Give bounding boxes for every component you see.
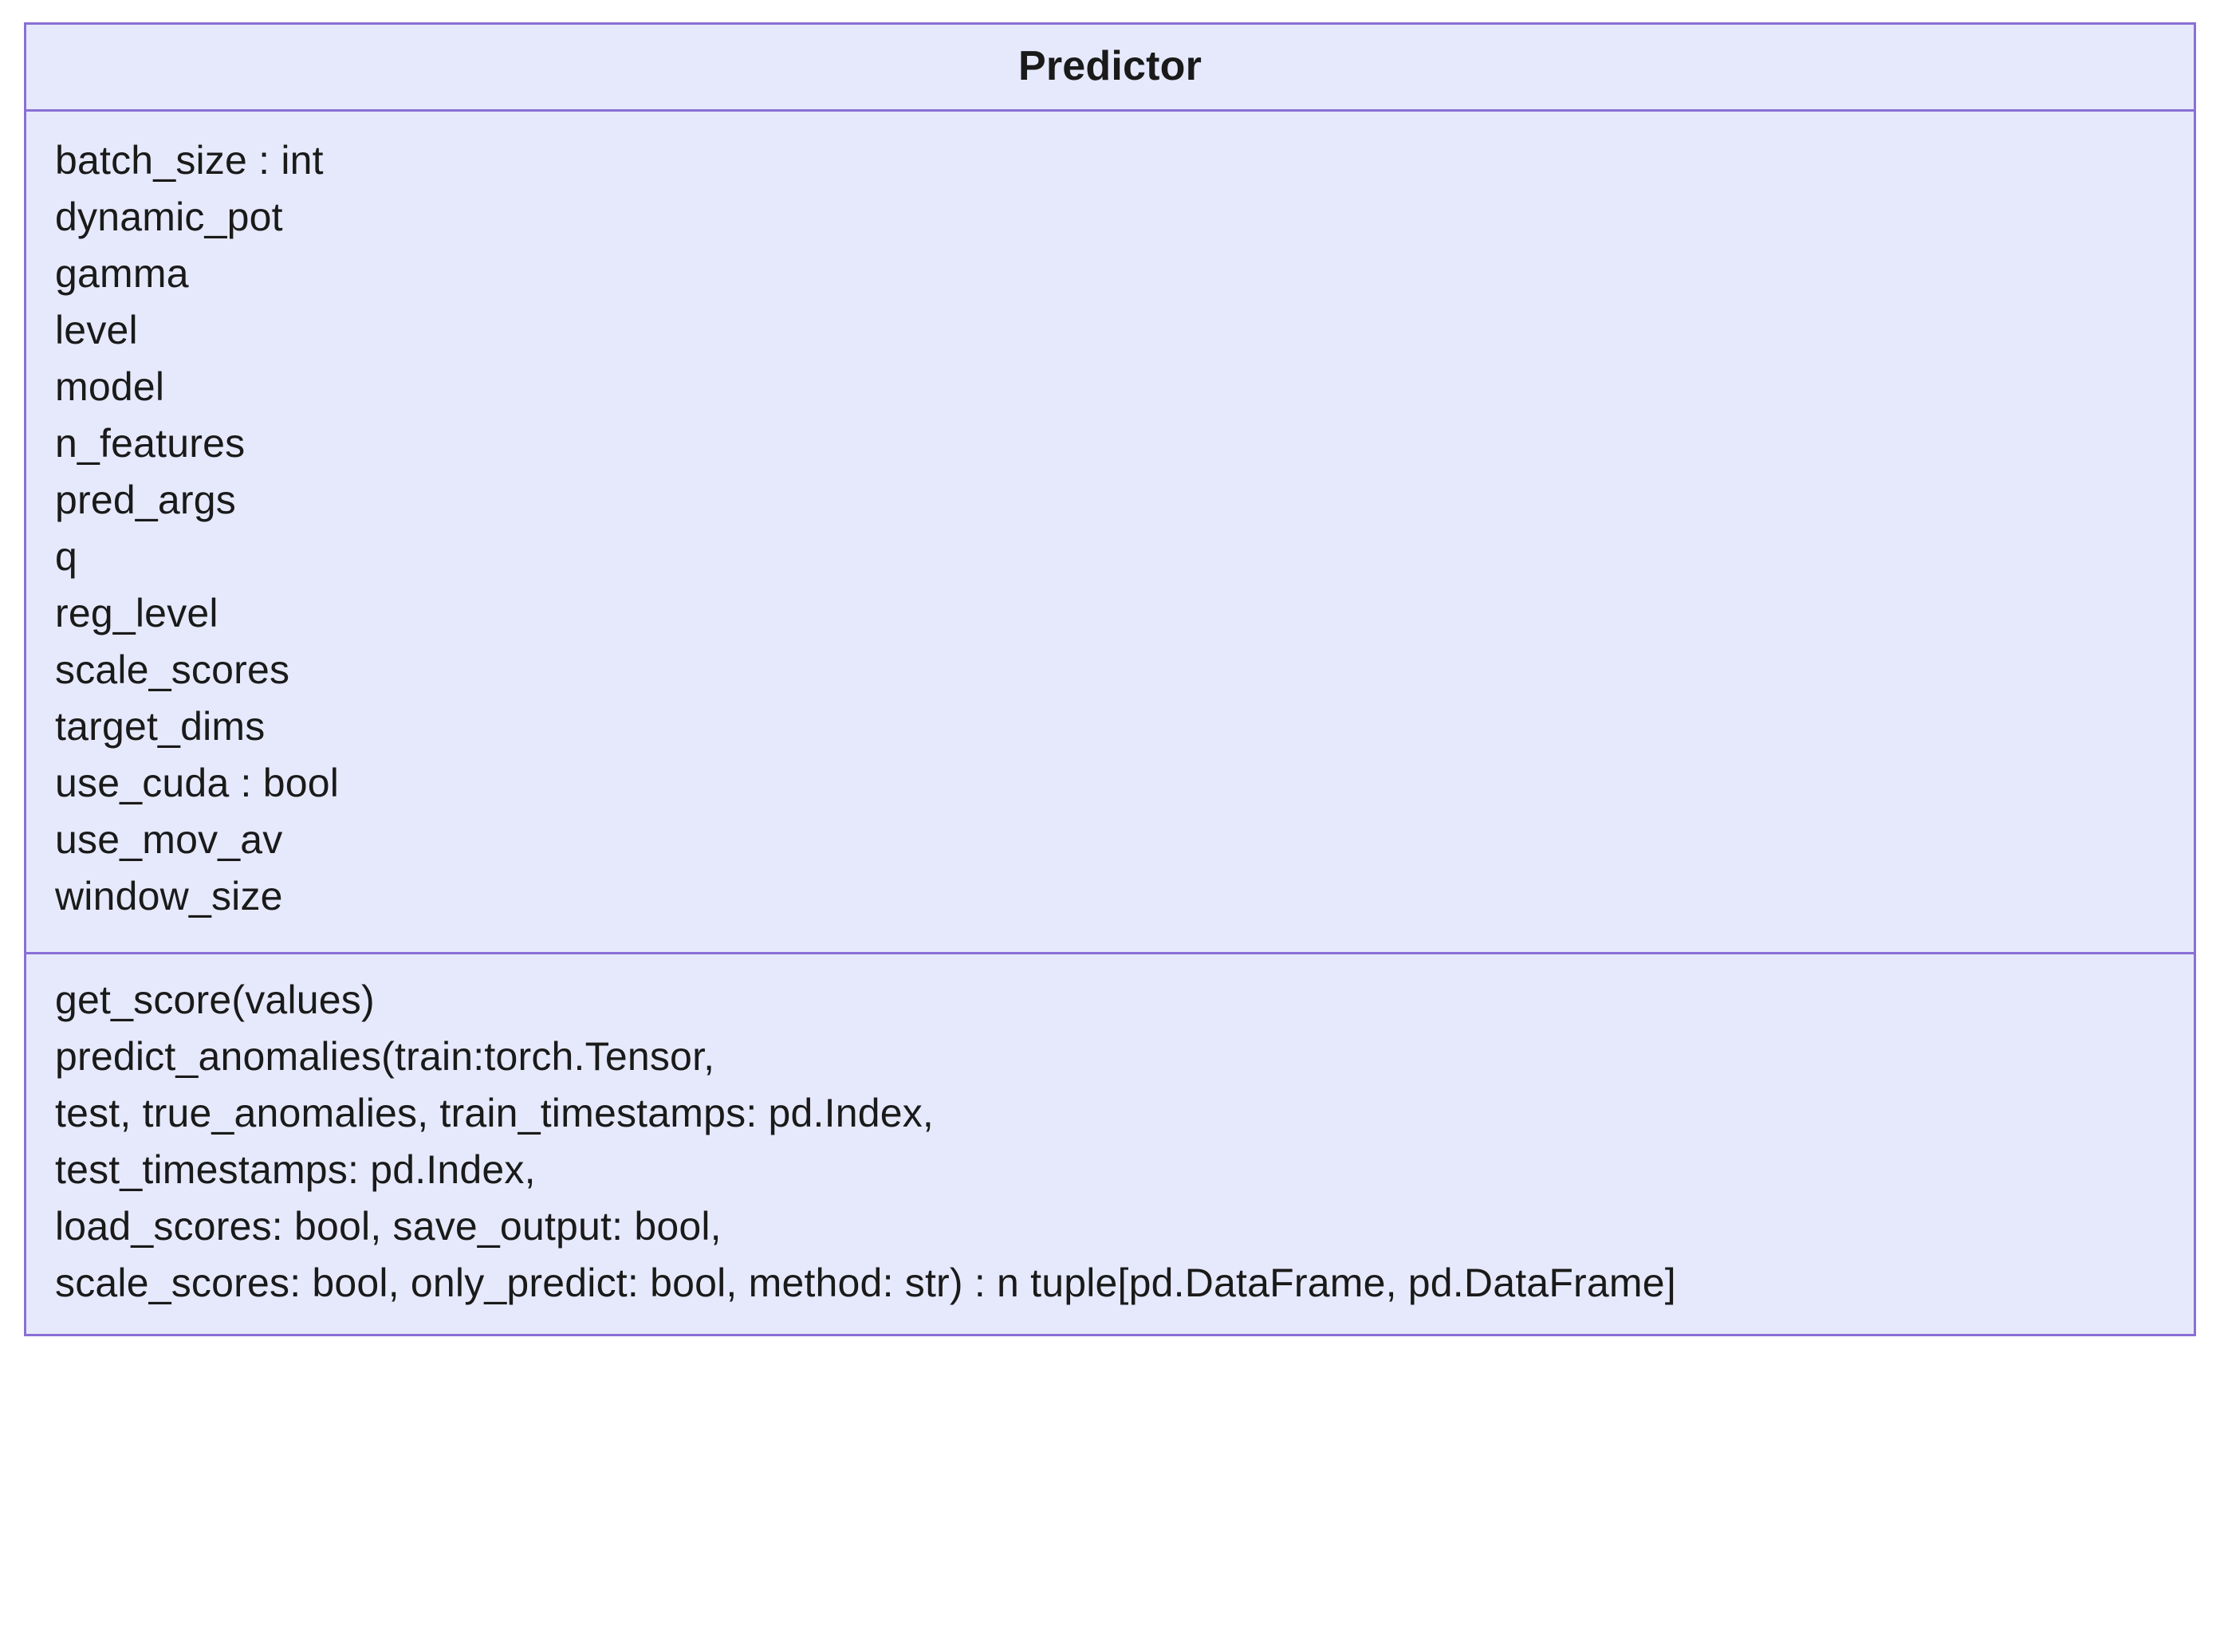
method-row: load_scores: bool, save_output: bool,	[55, 1198, 2165, 1255]
attribute-row: gamma	[55, 246, 2165, 302]
method-row: scale_scores: bool, only_predict: bool, …	[55, 1255, 2165, 1312]
attribute-row: n_features	[55, 415, 2165, 472]
attribute-row: reg_level	[55, 585, 2165, 642]
attribute-row: batch_size : int	[55, 132, 2165, 189]
class-name: Predictor	[26, 25, 2194, 112]
method-row: test, true_anomalies, train_timestamps: …	[55, 1085, 2165, 1142]
attribute-row: q	[55, 529, 2165, 585]
attribute-row: level	[55, 302, 2165, 359]
attribute-row: target_dims	[55, 698, 2165, 755]
attribute-row: window_size	[55, 868, 2165, 925]
attribute-row: pred_args	[55, 472, 2165, 529]
attribute-row: use_cuda : bool	[55, 755, 2165, 812]
method-row: get_score(values)	[55, 972, 2165, 1029]
attribute-row: model	[55, 359, 2165, 415]
method-row: test_timestamps: pd.Index,	[55, 1142, 2165, 1198]
attributes-section: batch_size : int dynamic_pot gamma level…	[26, 112, 2194, 954]
attribute-row: use_mov_av	[55, 812, 2165, 868]
attribute-row: dynamic_pot	[55, 189, 2165, 246]
methods-section: get_score(values) predict_anomalies(trai…	[26, 954, 2194, 1334]
uml-class-box: Predictor batch_size : int dynamic_pot g…	[24, 22, 2196, 1336]
method-row: predict_anomalies(train:torch.Tensor,	[55, 1029, 2165, 1085]
attribute-row: scale_scores	[55, 642, 2165, 698]
